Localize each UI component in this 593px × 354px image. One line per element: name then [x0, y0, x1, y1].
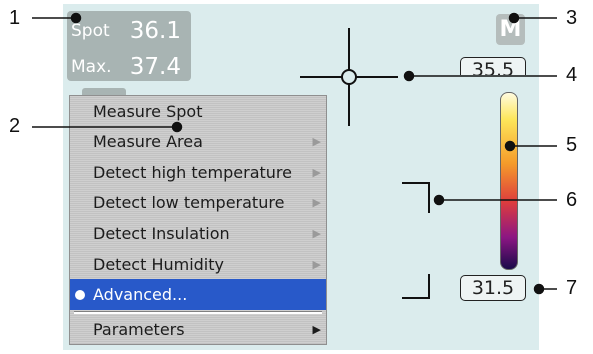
callout-2: 2 [9, 115, 21, 137]
callout-5: 5 [566, 134, 578, 156]
callout-4: 4 [566, 64, 578, 86]
callout-3: 3 [566, 7, 578, 29]
callout-6: 6 [566, 189, 578, 211]
callout-leaders [32, 12, 557, 295]
callout-7: 7 [566, 277, 578, 299]
callout-1: 1 [9, 7, 21, 29]
